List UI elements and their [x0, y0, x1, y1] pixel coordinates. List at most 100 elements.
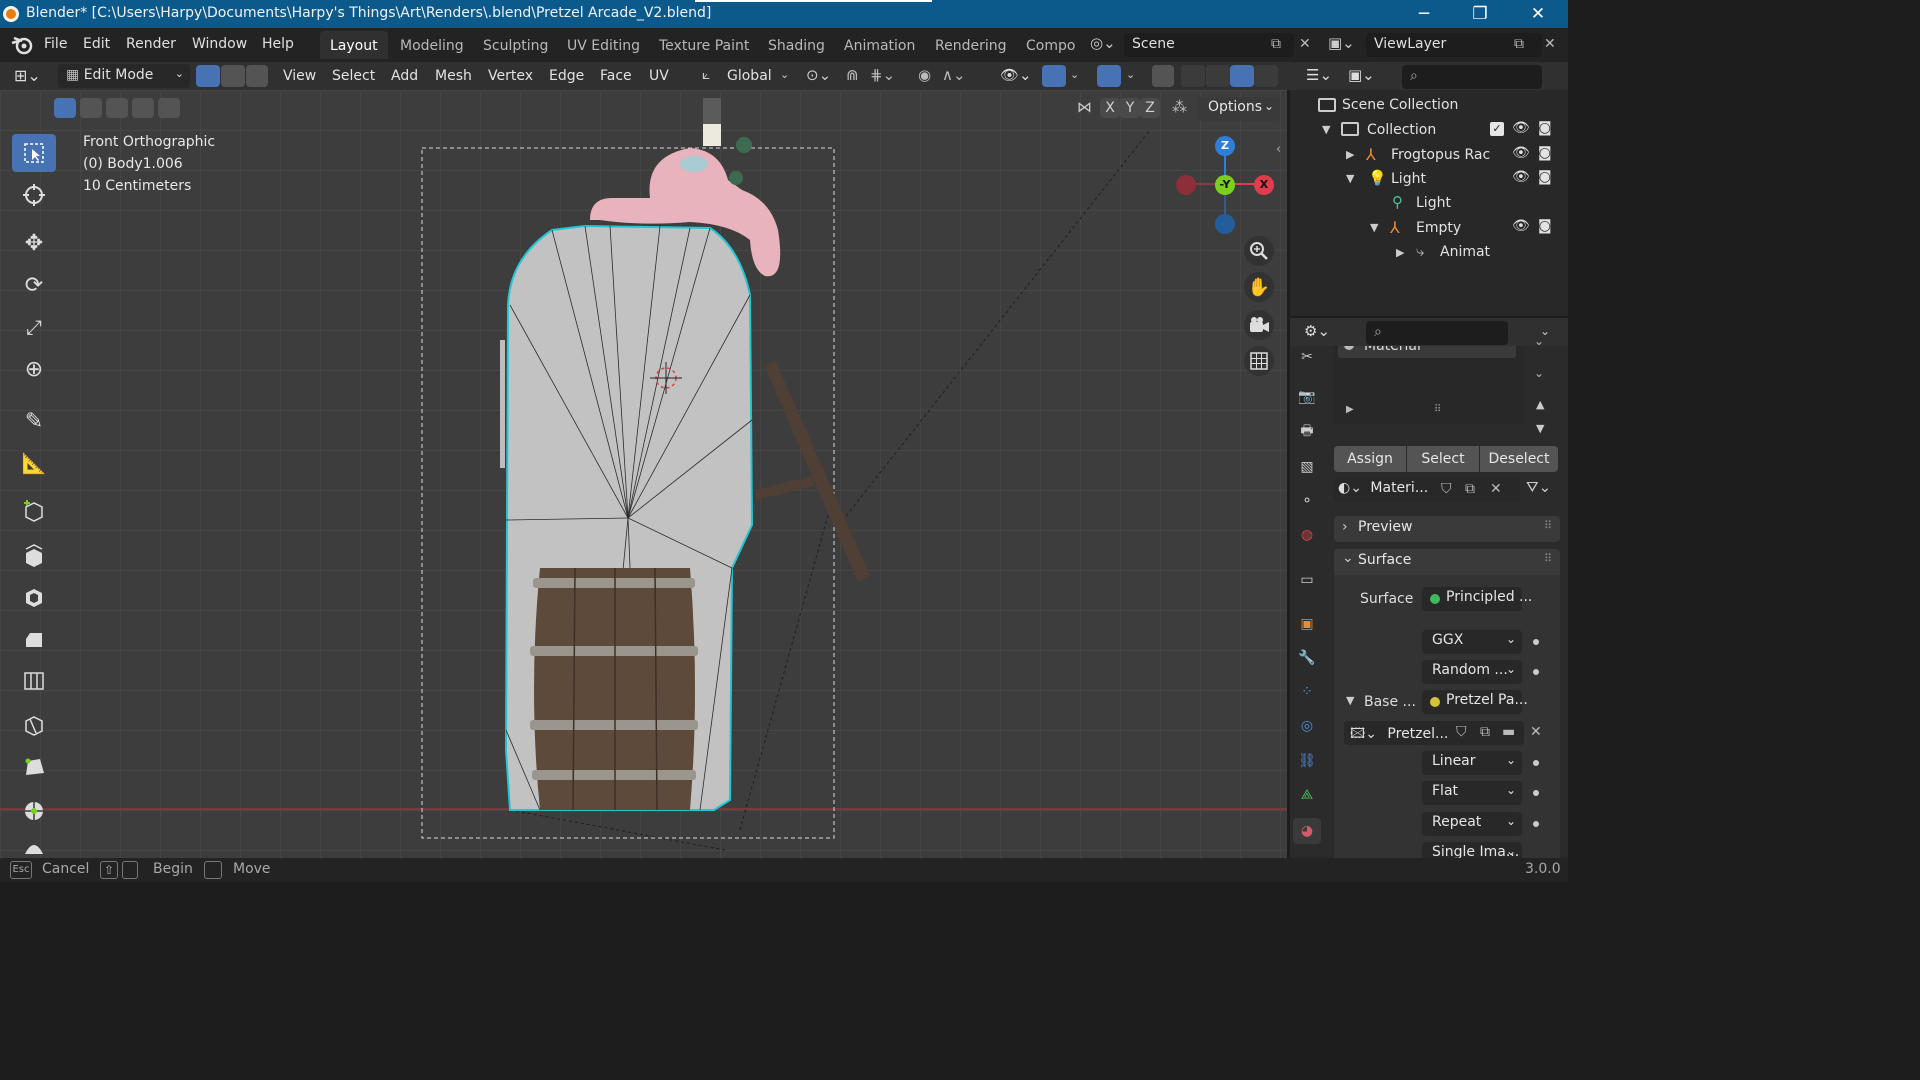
xray-toggle-button[interactable] [1152, 65, 1174, 87]
tab-rendering[interactable]: Rendering [925, 31, 1017, 59]
rendered-shading-button[interactable] [1254, 65, 1278, 87]
outliner-item-frogtopus[interactable]: Frogtopus Rac [1391, 147, 1490, 163]
select-box-tool[interactable] [12, 134, 56, 172]
image-selector[interactable]: 🖾⌄ Pretzel... [1344, 721, 1524, 745]
material-browse-icon[interactable]: ◐⌄ [1338, 480, 1362, 496]
tab-uv-editing[interactable]: UV Editing [557, 31, 650, 59]
particles-properties-icon[interactable]: ⁘ [1296, 681, 1318, 703]
gizmo-neg-z-axis[interactable] [1215, 214, 1235, 234]
menu-select[interactable]: Select [332, 68, 375, 84]
chevron-right-icon[interactable]: ▶ [1346, 148, 1354, 161]
gizmo-x-axis[interactable]: X [1254, 175, 1274, 195]
zoom-icon[interactable] [1244, 236, 1274, 266]
snap-target-icon[interactable]: ⋕⌄ [870, 66, 895, 84]
select-new-button[interactable] [54, 98, 76, 118]
chevron-down-icon[interactable]: ⌄ [1534, 334, 1544, 348]
chevron-right-icon[interactable]: ▶ [1396, 246, 1404, 259]
collection-properties-icon[interactable]: ▭ [1296, 569, 1318, 591]
outliner-editor-type-icon[interactable]: ☰⌄ [1306, 66, 1332, 84]
sidebar-toggle-icon[interactable]: ‹ [1276, 142, 1281, 157]
maximize-button[interactable]: ❐ [1460, 2, 1500, 26]
solid-shading-button[interactable] [1206, 65, 1230, 87]
tab-texture-paint[interactable]: Texture Paint [649, 31, 759, 59]
outliner-scene-collection[interactable]: Scene Collection [1342, 97, 1458, 113]
viewlayer-selector-icon[interactable]: ▣⌄ [1328, 34, 1364, 56]
menu-vertex[interactable]: Vertex [488, 68, 533, 84]
material-slot-list[interactable]: Material ▶ ⠿ [1334, 346, 1524, 424]
scene-selector-icon[interactable]: ◎⌄ [1090, 34, 1120, 56]
pan-hand-icon[interactable]: ✋ [1244, 272, 1274, 302]
move-tool-icon[interactable]: ✥ [12, 224, 56, 262]
checkbox-icon[interactable]: ✓ [1490, 122, 1504, 136]
constraints-properties-icon[interactable]: ⛓ [1296, 750, 1318, 772]
base-color-input[interactable]: Pretzel Pa... [1422, 690, 1528, 714]
poly-build-tool-icon[interactable] [12, 748, 56, 786]
select-extend-button[interactable] [80, 98, 102, 118]
inset-tool-icon[interactable] [12, 578, 56, 616]
face-select-button[interactable] [246, 65, 268, 87]
overlay-toggle-button[interactable] [1097, 65, 1121, 87]
3d-viewport[interactable]: Front Orthographic (0) Body1.006 10 Cent… [0, 90, 1287, 858]
preview-panel-header[interactable]: › Preview ⠿ [1334, 516, 1560, 542]
properties-search-input[interactable]: ⌕ [1366, 321, 1508, 345]
tab-layout[interactable]: Layout [320, 31, 388, 59]
bevel-tool-icon[interactable] [12, 620, 56, 658]
scale-tool-icon[interactable]: ⤢ [12, 308, 56, 346]
mirror-z-toggle[interactable]: Z [1140, 98, 1160, 118]
eye-icon[interactable]: 👁 [1512, 120, 1530, 136]
drag-handle-icon[interactable]: ⠿ [1544, 552, 1552, 565]
menu-uv[interactable]: UV [649, 68, 669, 84]
subsurface-method-dropdown[interactable]: Random ... ⌄ [1422, 660, 1522, 684]
options-dropdown[interactable]: Options ⌄ [1198, 97, 1280, 121]
wireframe-shading-button[interactable] [1181, 65, 1205, 87]
select-intersect-button[interactable] [158, 98, 180, 118]
pivot-point-icon[interactable]: ⊙⌄ [806, 66, 831, 84]
chevron-right-icon[interactable]: ▶ [1346, 404, 1354, 415]
minimize-button[interactable]: ─ [1404, 2, 1444, 26]
image-browse-icon[interactable]: 🖾⌄ [1350, 726, 1377, 742]
loop-cut-tool-icon[interactable] [12, 662, 56, 700]
view-layer-properties-icon[interactable]: ▧ [1296, 456, 1318, 478]
chevron-down-icon[interactable]: ▼ [1370, 221, 1378, 234]
camera-icon[interactable]: ◙ [1538, 218, 1552, 234]
move-up-icon[interactable]: ▲ [1536, 398, 1544, 411]
menu-add[interactable]: Add [391, 68, 418, 84]
transform-tool-icon[interactable]: ⊕ [12, 350, 56, 388]
tab-compositing[interactable]: Compo [1016, 31, 1085, 59]
cursor-tool[interactable] [12, 176, 56, 214]
smooth-tool-icon[interactable] [12, 834, 56, 858]
tab-animation[interactable]: Animation [834, 31, 925, 59]
snap-icon[interactable]: ⋒ [846, 66, 859, 84]
fake-user-icon[interactable]: ⛉ [1441, 481, 1452, 497]
knife-tool-icon[interactable] [12, 706, 56, 744]
new-scene-icon[interactable]: ⧉ [1271, 36, 1281, 52]
extrude-tool-icon[interactable] [12, 536, 56, 574]
menu-help[interactable]: Help [262, 36, 294, 52]
material-slot-row[interactable]: Material [1338, 346, 1516, 358]
open-folder-icon[interactable]: ▬ [1502, 724, 1515, 740]
menu-render[interactable]: Render [126, 36, 176, 52]
gizmo-toggle-button[interactable] [1042, 65, 1066, 87]
camera-icon[interactable]: ◙ [1538, 145, 1552, 161]
mirror-y-toggle[interactable]: Y [1120, 98, 1140, 118]
chevron-down-icon[interactable]: ▼ [1346, 172, 1354, 185]
chevron-down-icon[interactable]: ⌄ [1126, 68, 1135, 81]
tab-modeling[interactable]: Modeling [390, 31, 474, 59]
deselect-button[interactable]: Deselect [1480, 446, 1558, 472]
properties-editor-type-icon[interactable]: ⚙⌄ [1304, 322, 1330, 340]
move-down-icon[interactable]: ▼ [1536, 422, 1544, 435]
slot-link-icon[interactable]: ⛛⌄ [1526, 478, 1551, 496]
keyframe-dot-icon[interactable] [1533, 821, 1539, 827]
select-invert-button[interactable] [132, 98, 154, 118]
falloff-icon[interactable]: ∧⌄ [942, 66, 966, 84]
keyframe-dot-icon[interactable] [1533, 639, 1539, 645]
keyframe-dot-icon[interactable] [1533, 669, 1539, 675]
tool-settings-icon[interactable]: ✂ [1296, 346, 1318, 368]
object-properties-icon[interactable]: ▣ [1296, 613, 1318, 635]
auto-merge-icon[interactable]: ⁂ [1172, 98, 1187, 116]
display-mode-icon[interactable]: ▣⌄ [1348, 66, 1375, 84]
tab-shading[interactable]: Shading [758, 31, 835, 59]
physics-properties-icon[interactable]: ◎ [1296, 715, 1318, 737]
render-properties-icon[interactable]: 📷 [1296, 386, 1318, 408]
resize-handle-icon[interactable]: ⠿ [1434, 404, 1441, 415]
